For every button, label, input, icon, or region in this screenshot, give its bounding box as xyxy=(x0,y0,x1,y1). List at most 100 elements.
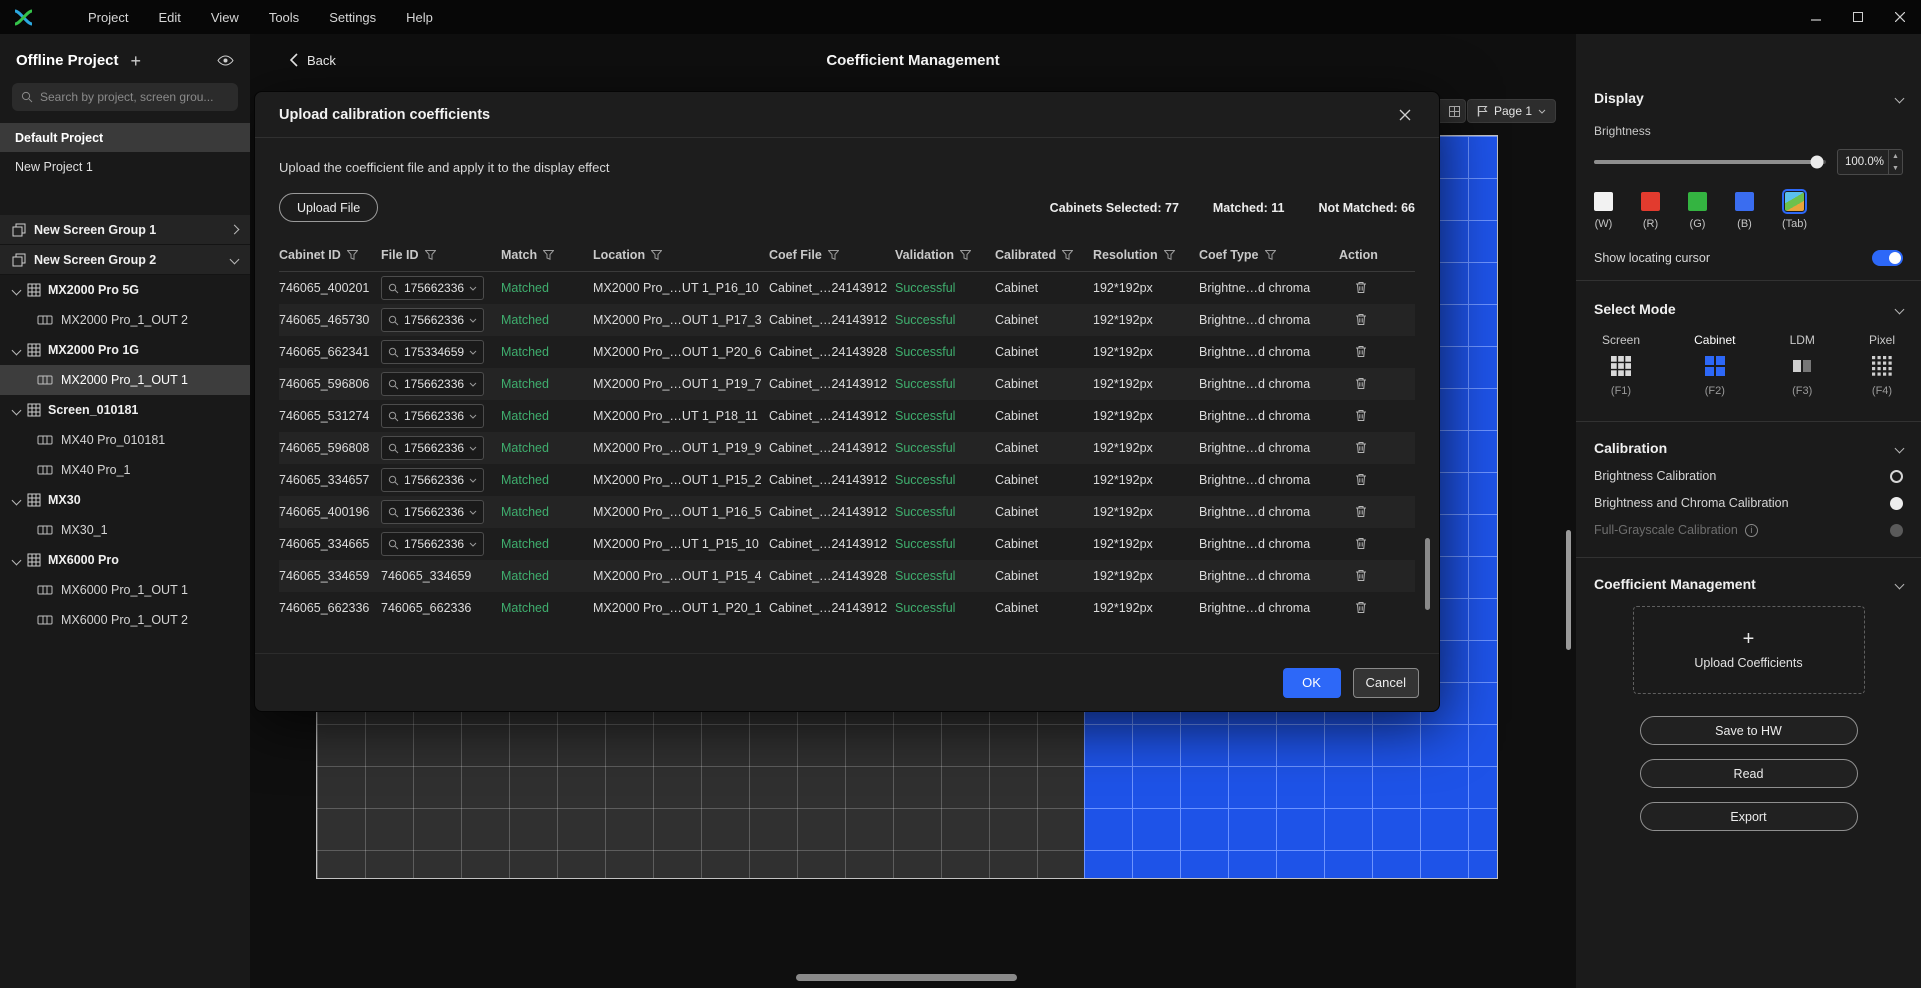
menu-item[interactable]: Settings xyxy=(314,4,391,31)
column-header[interactable]: Match xyxy=(501,248,593,262)
calibration-option[interactable]: Brightness Calibration i xyxy=(1594,469,1903,483)
search-input[interactable] xyxy=(40,90,229,104)
project-row[interactable]: Default Project xyxy=(0,123,250,152)
brightness-value-input[interactable]: 100.0% ▲▼ xyxy=(1837,149,1903,175)
file-id-select[interactable]: 175662336 xyxy=(381,404,484,428)
back-button[interactable]: Back xyxy=(290,53,336,68)
add-project-icon[interactable]: + xyxy=(131,54,142,68)
search-box[interactable] xyxy=(12,83,238,111)
delete-icon[interactable] xyxy=(1353,375,1369,392)
visibility-eye-icon[interactable] xyxy=(217,55,234,66)
close-window-icon[interactable] xyxy=(1879,0,1921,34)
tree-item[interactable]: MX6000 Pro xyxy=(0,545,250,575)
swatch-color[interactable] xyxy=(1785,192,1804,211)
ok-button[interactable]: OK xyxy=(1283,668,1341,698)
radio-toggle[interactable] xyxy=(1890,524,1903,537)
info-icon[interactable]: i xyxy=(1745,524,1758,537)
vertical-scrollbar[interactable] xyxy=(1566,530,1571,650)
delete-icon[interactable] xyxy=(1353,567,1369,584)
column-header[interactable]: Resolution xyxy=(1093,248,1199,262)
menu-item[interactable]: Tools xyxy=(254,4,314,31)
tree-item[interactable]: New Screen Group 2 xyxy=(0,245,250,275)
locating-cursor-toggle[interactable] xyxy=(1872,250,1903,266)
tree-item[interactable]: MX40 Pro_1 xyxy=(0,455,250,485)
chevron-down-icon[interactable] xyxy=(12,405,22,415)
slider-thumb[interactable] xyxy=(1810,156,1823,169)
file-id-select[interactable]: 175662336 xyxy=(381,308,484,332)
tree-item[interactable]: Screen_010181 xyxy=(0,395,250,425)
tree-item[interactable]: MX30_1 xyxy=(0,515,250,545)
file-id-select[interactable]: 175662336 xyxy=(381,500,484,524)
radio-toggle[interactable] xyxy=(1890,497,1903,510)
menu-item[interactable]: Edit xyxy=(143,4,195,31)
panel-action-button[interactable]: Save to HW xyxy=(1640,716,1858,745)
pattern-swatch[interactable]: (Tab) xyxy=(1782,192,1807,230)
pattern-swatch[interactable]: (R) xyxy=(1641,192,1660,230)
swatch-color[interactable] xyxy=(1594,192,1613,211)
menu-item[interactable]: Help xyxy=(391,4,448,31)
pattern-swatch[interactable]: (G) xyxy=(1688,192,1707,230)
file-id-select[interactable]: 175662336 xyxy=(381,372,484,396)
delete-icon[interactable] xyxy=(1353,503,1369,520)
column-header[interactable]: File ID xyxy=(381,248,501,262)
calibration-option[interactable]: Full-Grayscale Calibration i xyxy=(1594,523,1903,537)
swatch-color[interactable] xyxy=(1735,192,1754,211)
select-mode-option[interactable]: Cabinet (F2) xyxy=(1694,333,1735,397)
column-header[interactable]: Action xyxy=(1339,248,1391,262)
column-header[interactable]: Cabinet ID xyxy=(279,248,381,262)
close-icon[interactable] xyxy=(1395,105,1415,125)
column-header[interactable]: Calibrated xyxy=(995,248,1093,262)
upload-file-button[interactable]: Upload File xyxy=(279,193,378,222)
upload-coefficients-dropzone[interactable]: + Upload Coefficients xyxy=(1633,606,1865,694)
minimize-icon[interactable] xyxy=(1795,0,1837,34)
delete-icon[interactable] xyxy=(1353,599,1369,616)
file-id-select[interactable]: 175334659 xyxy=(381,340,484,364)
tree-item[interactable]: MX2000 Pro 5G xyxy=(0,275,250,305)
swatch-color[interactable] xyxy=(1641,192,1660,211)
tree-item[interactable]: MX6000 Pro_1_OUT 1 xyxy=(0,575,250,605)
column-header[interactable]: Coef File xyxy=(769,248,895,262)
select-mode-option[interactable]: LDM (F3) xyxy=(1790,333,1815,397)
project-row[interactable]: New Project 1 xyxy=(0,152,250,181)
delete-icon[interactable] xyxy=(1353,343,1369,360)
radio-toggle[interactable] xyxy=(1890,470,1903,483)
delete-icon[interactable] xyxy=(1353,407,1369,424)
page-selector[interactable]: Page 1 xyxy=(1467,99,1556,123)
tree-item[interactable]: MX30 xyxy=(0,485,250,515)
menu-item[interactable]: View xyxy=(196,4,254,31)
delete-icon[interactable] xyxy=(1353,279,1369,296)
maximize-icon[interactable] xyxy=(1837,0,1879,34)
panel-action-button[interactable]: Read xyxy=(1640,759,1858,788)
cancel-button[interactable]: Cancel xyxy=(1353,668,1419,698)
pattern-swatch[interactable]: (W) xyxy=(1594,192,1613,230)
section-select-mode[interactable]: Select Mode xyxy=(1594,301,1903,317)
chevron-down-icon[interactable] xyxy=(12,495,22,505)
column-header[interactable]: Coef Type xyxy=(1199,248,1339,262)
tree-item[interactable]: MX40 Pro_010181 xyxy=(0,425,250,455)
swatch-color[interactable] xyxy=(1688,192,1707,211)
menu-item[interactable]: Project xyxy=(73,4,143,31)
file-id-select[interactable]: 175662336 xyxy=(381,468,484,492)
file-id-select[interactable]: 175662336 xyxy=(381,276,484,300)
tree-item[interactable]: MX2000 Pro_1_OUT 1 xyxy=(0,365,250,395)
horizontal-scrollbar[interactable] xyxy=(796,974,1017,981)
column-header[interactable]: Location xyxy=(593,248,769,262)
chevron-icon[interactable] xyxy=(230,225,240,235)
pattern-swatch[interactable]: (B) xyxy=(1735,192,1754,230)
calibration-option[interactable]: Brightness and Chroma Calibration i xyxy=(1594,496,1903,510)
chevron-icon[interactable] xyxy=(230,255,240,265)
column-header[interactable]: Validation xyxy=(895,248,995,262)
delete-icon[interactable] xyxy=(1353,471,1369,488)
section-coefficient-management[interactable]: Coefficient Management xyxy=(1594,576,1903,592)
chevron-down-icon[interactable] xyxy=(12,555,22,565)
table-scrollbar[interactable] xyxy=(1425,538,1430,610)
delete-icon[interactable] xyxy=(1353,311,1369,328)
file-id-select[interactable]: 175662336 xyxy=(381,436,484,460)
panel-action-button[interactable]: Export xyxy=(1640,802,1858,831)
tree-item[interactable]: MX6000 Pro_1_OUT 2 xyxy=(0,605,250,635)
delete-icon[interactable] xyxy=(1353,439,1369,456)
chevron-down-icon[interactable] xyxy=(12,285,22,295)
tree-item[interactable]: New Screen Group 1 xyxy=(0,215,250,245)
chevron-down-icon[interactable] xyxy=(12,345,22,355)
delete-icon[interactable] xyxy=(1353,535,1369,552)
